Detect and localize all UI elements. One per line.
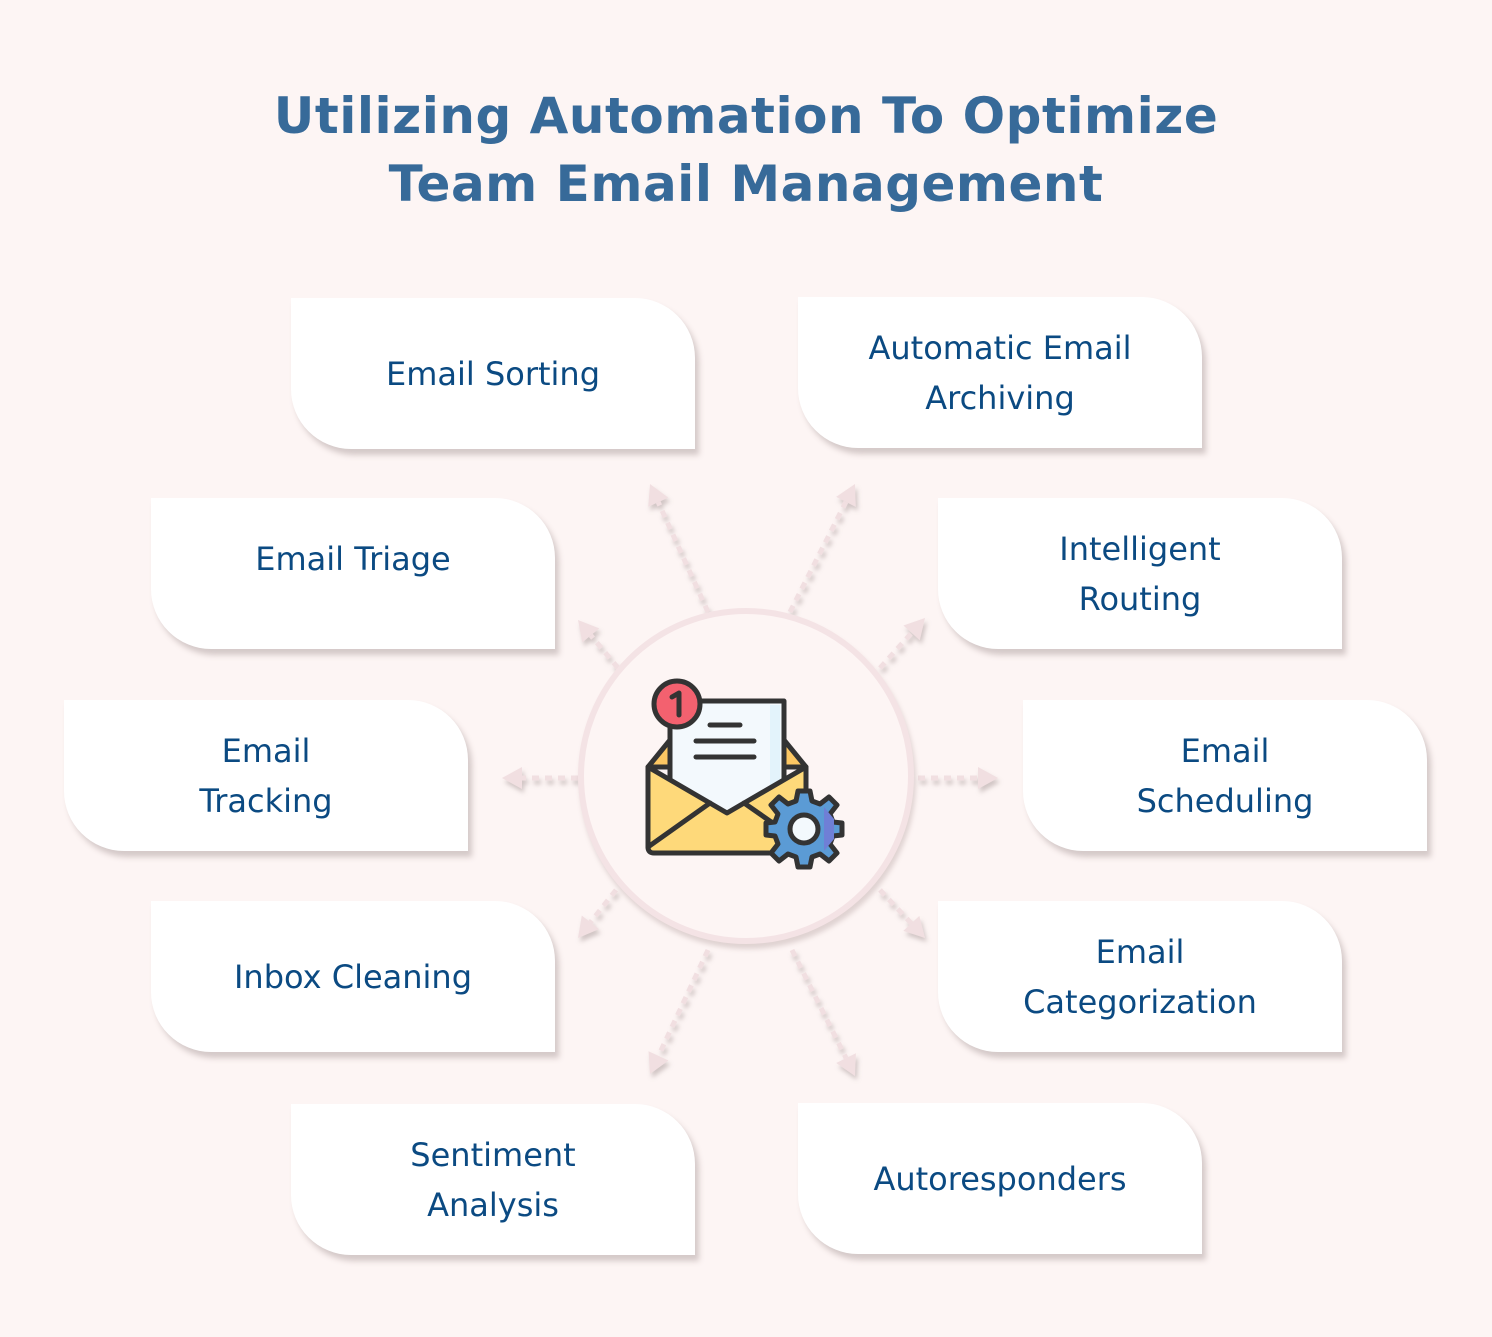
card-label: Email Sorting	[385, 354, 601, 393]
card-label: Scheduling	[1136, 781, 1314, 820]
card-label: Archiving	[925, 378, 1075, 417]
card-intelligent-routing: Intelligent Routing	[938, 498, 1342, 649]
card-inbox-cleaning: Inbox Cleaning	[151, 901, 555, 1052]
card-email-triage: Email Triage	[151, 498, 555, 649]
card-label: Email	[1095, 932, 1185, 971]
arrow-head-icon	[978, 767, 998, 789]
card-label: Email	[1180, 731, 1270, 770]
email-automation-icon	[640, 675, 852, 875]
card-email-scheduling: Email Scheduling	[1023, 700, 1427, 851]
arrow-line	[787, 500, 849, 614]
gear-icon	[763, 788, 845, 870]
card-label: Categorization	[1023, 982, 1257, 1021]
card-label: Tracking	[199, 781, 333, 820]
card-label: Email	[221, 731, 311, 770]
card-autoresponders: Autoresponders	[798, 1103, 1202, 1254]
arrow-line	[588, 633, 620, 670]
arrow-head-icon	[578, 620, 600, 643]
card-automatic-email-archiving: Automatic Email Archiving	[798, 297, 1202, 448]
arrow-line	[878, 888, 914, 926]
arrow-line	[588, 888, 618, 924]
arrow-head-icon	[578, 915, 600, 938]
card-email-sorting: Email Sorting	[291, 298, 695, 449]
arrow-line	[789, 948, 849, 1060]
card-email-categorization: Email Categorization	[938, 901, 1342, 1052]
card-sentiment-analysis: Sentiment Analysis	[291, 1104, 695, 1255]
arrow-line	[878, 631, 914, 670]
card-label: Analysis	[427, 1185, 559, 1224]
card-label: Automatic Email	[868, 328, 1132, 367]
card-label: Intelligent	[1059, 529, 1221, 568]
card-label: Email Triage	[255, 539, 451, 578]
card-label: Sentiment	[410, 1135, 576, 1174]
arrow-head-icon	[502, 767, 522, 789]
card-label: Inbox Cleaning	[233, 957, 473, 996]
arrow-line	[656, 948, 711, 1057]
card-email-tracking: Email Tracking	[64, 700, 468, 851]
card-label: Routing	[1078, 579, 1202, 618]
card-label: Autoresponders	[873, 1159, 1127, 1198]
arrow-line	[655, 501, 711, 614]
arrow-head-icon	[648, 1051, 669, 1074]
